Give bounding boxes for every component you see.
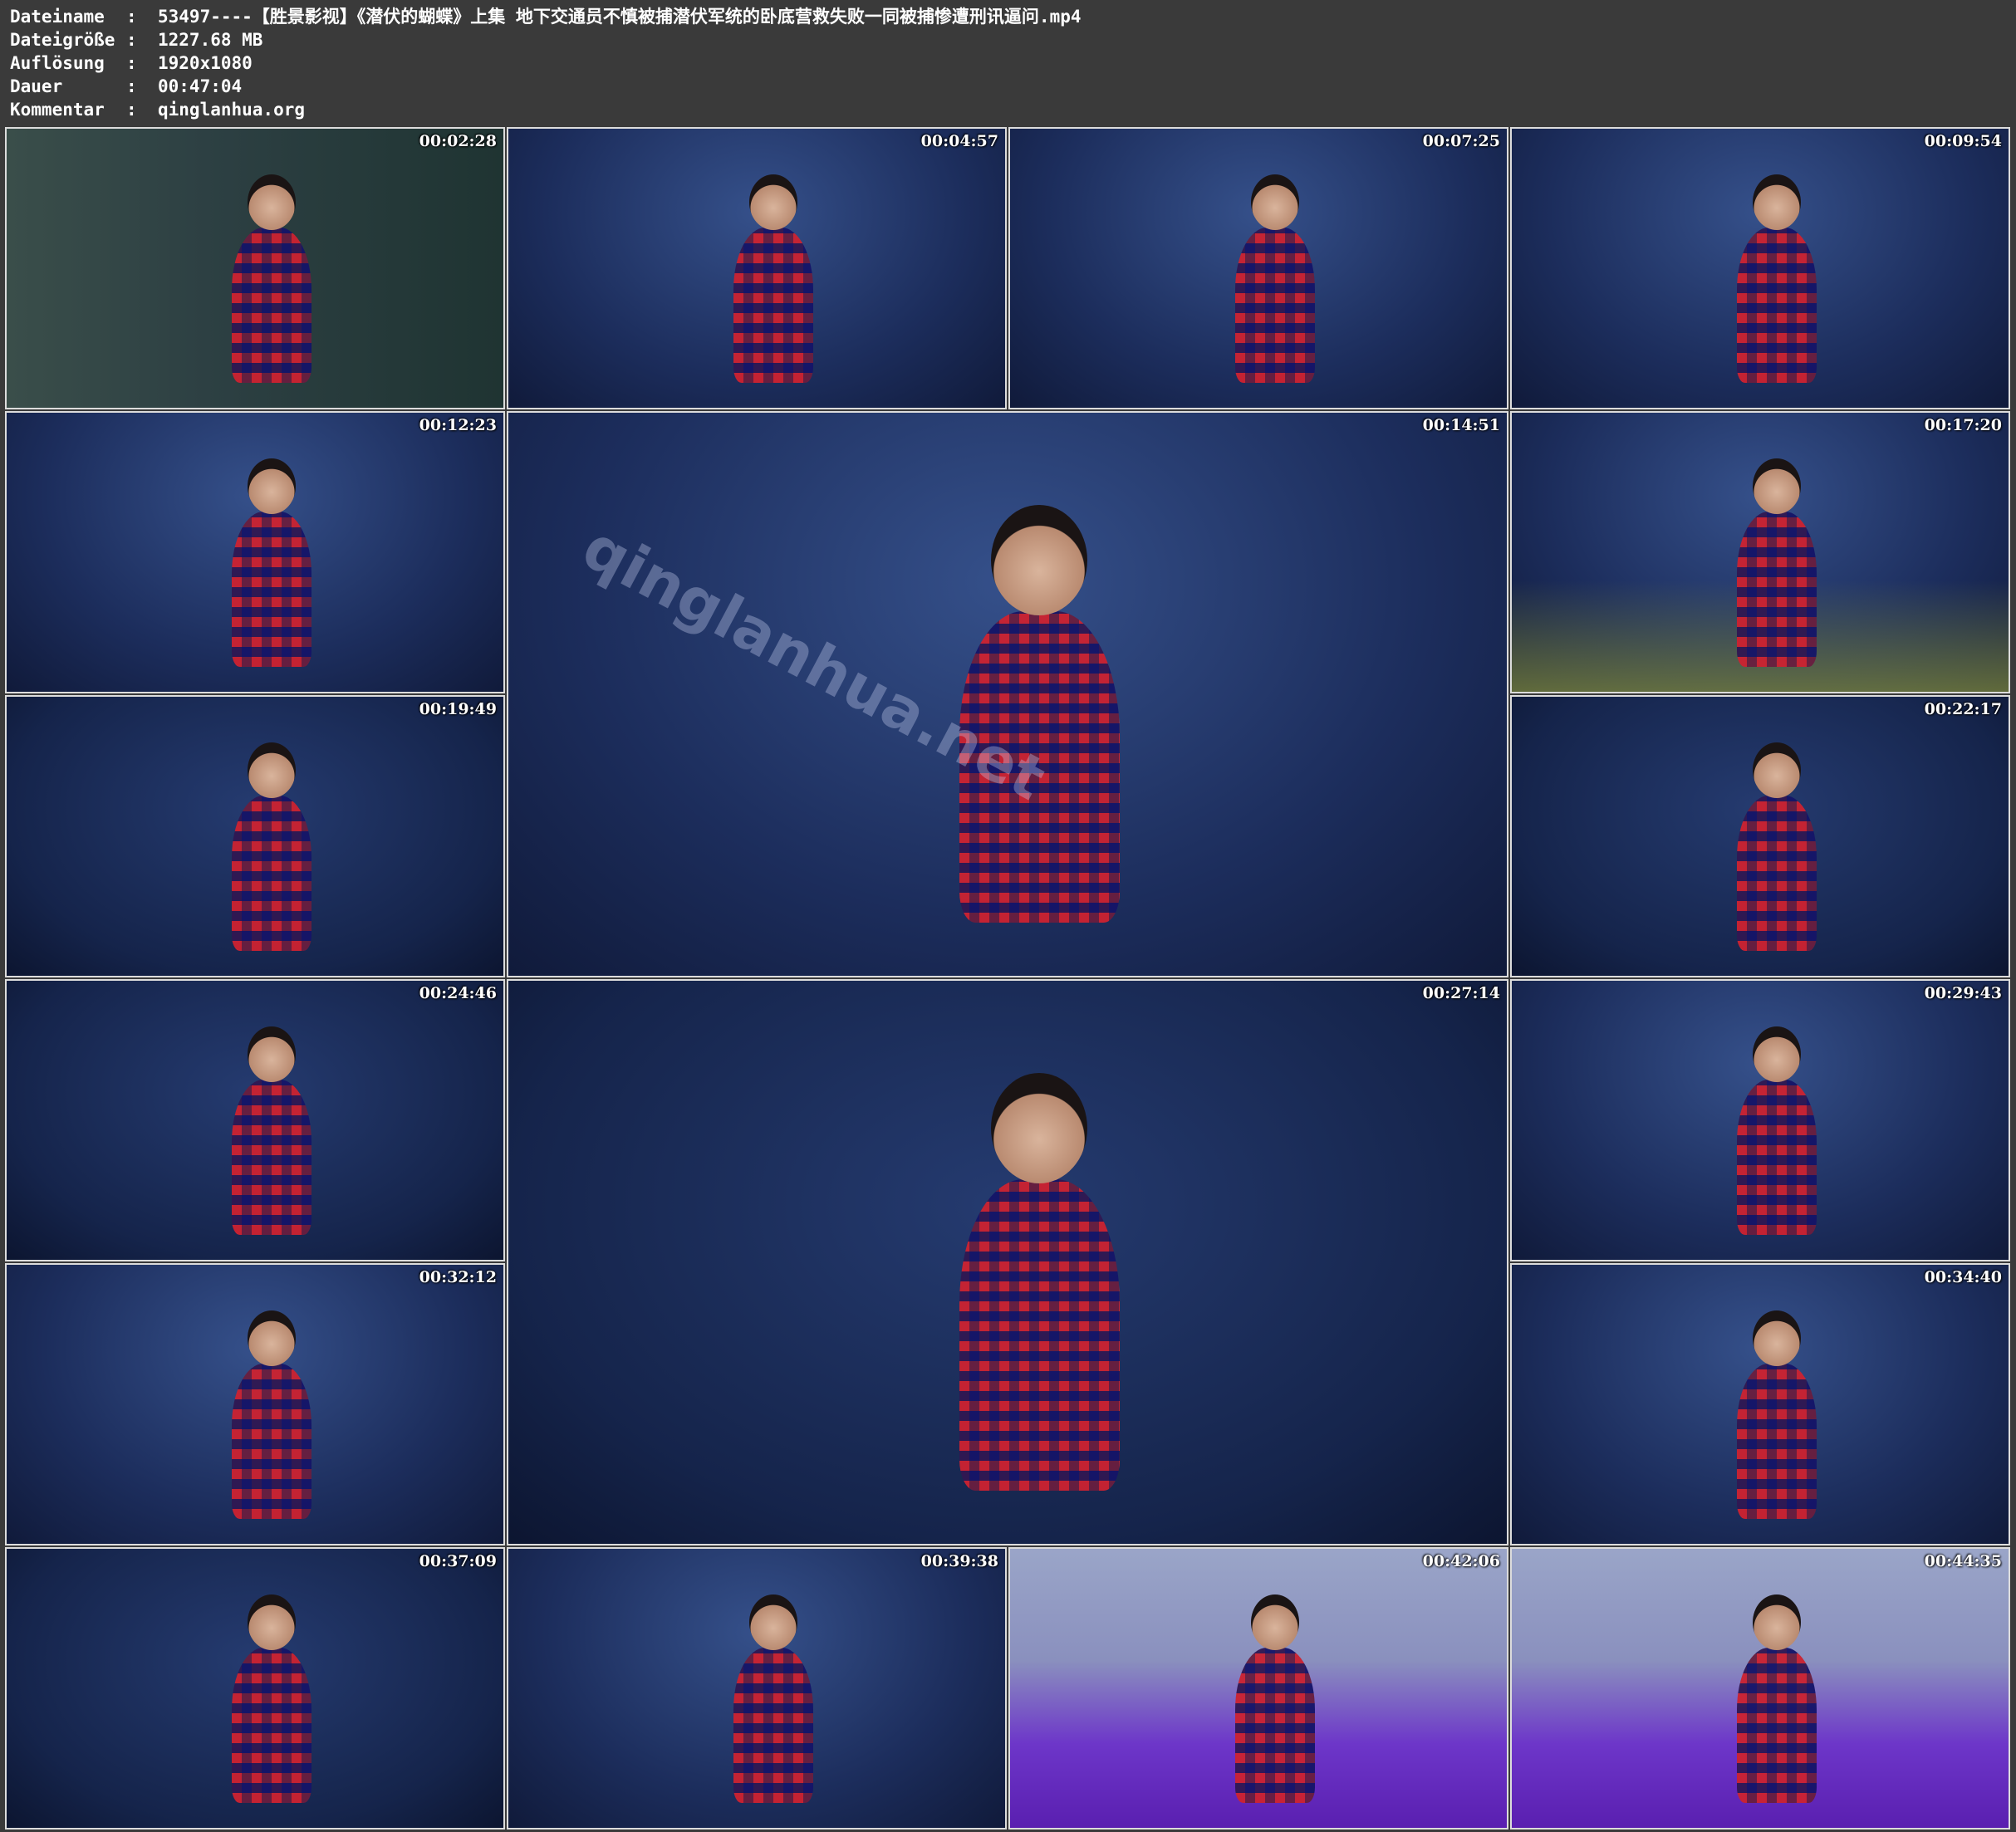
thumbnail-8[interactable]: 00:19:49 <box>5 695 505 977</box>
head-shape <box>1753 742 1801 798</box>
head-shape <box>1251 174 1299 230</box>
thumbnail-17[interactable]: 00:42:06 <box>1008 1547 1508 1830</box>
file-info-panel: Dateiname : 53497----【胜景影视】《潜伏的蝴蝶》上集 地下交… <box>10 5 2004 121</box>
info-row-filename: Dateiname : 53497----【胜景影视】《潜伏的蝴蝶》上集 地下交… <box>10 5 2004 28</box>
thumbnail-2[interactable]: 00:04:57 <box>507 127 1007 409</box>
figure-shape <box>1737 1364 1817 1519</box>
head-shape <box>749 174 797 230</box>
figure-shape <box>232 228 311 383</box>
head-shape <box>248 1594 296 1650</box>
thumbnail-12[interactable]: 00:29:43 <box>1510 979 2010 1261</box>
info-key: Dateiname <box>10 7 105 27</box>
thumbnail-15[interactable]: 00:37:09 <box>5 1547 505 1830</box>
figure-shape <box>232 512 311 667</box>
thumbnail-timestamp: 00:09:54 <box>1924 132 2002 150</box>
thumbnail-16[interactable]: 00:39:38 <box>507 1547 1007 1830</box>
thumbnail-timestamp: 00:04:57 <box>920 132 998 150</box>
head-shape <box>248 1310 296 1366</box>
thumbnail-timestamp: 00:22:17 <box>1924 700 2002 718</box>
info-separator: : <box>126 76 137 96</box>
thumbnail-timestamp: 00:12:23 <box>419 416 497 434</box>
head-shape <box>1251 1594 1299 1650</box>
thumbnail-timestamp: 00:44:35 <box>1924 1552 2002 1570</box>
figure-shape <box>1737 228 1817 383</box>
thumbnail-timestamp: 00:14:51 <box>1422 416 1500 434</box>
info-row-comment: Kommentar : qinglanhua.org <box>10 98 2004 121</box>
figure-shape <box>232 1364 311 1519</box>
info-row-duration: Dauer : 00:47:04 <box>10 75 2004 98</box>
head-shape <box>1753 1594 1801 1650</box>
head-shape <box>1753 1310 1801 1366</box>
thumbnail-timestamp: 00:19:49 <box>419 700 497 718</box>
thumbnail-1[interactable]: 00:02:28 <box>5 127 505 409</box>
figure-shape <box>232 1648 311 1803</box>
head-shape <box>248 1026 296 1082</box>
thumbnail-4[interactable]: 00:09:54 <box>1510 127 2010 409</box>
info-row-resolution: Auflösung : 1920x1080 <box>10 51 2004 75</box>
info-value: 1920x1080 <box>158 53 253 73</box>
thumbnail-timestamp: 00:32:12 <box>419 1268 497 1286</box>
figure-shape <box>1737 512 1817 667</box>
thumbnail-3[interactable]: 00:07:25 <box>1008 127 1508 409</box>
thumbnail-grid: 00:02:28 00:04:57 00:07:25 00:09:54 00:12:23… <box>5 127 2012 1830</box>
thumbnail-timestamp: 00:24:46 <box>419 984 497 1002</box>
thumbnail-9[interactable]: 00:22:17 <box>1510 695 2010 977</box>
head-shape <box>991 1073 1087 1183</box>
info-value: 1227.68 MB <box>158 30 263 50</box>
thumbnail-timestamp: 00:27:14 <box>1422 984 1500 1002</box>
figure-shape <box>1235 1648 1315 1803</box>
thumbnail-10[interactable]: 00:24:46 <box>5 979 505 1261</box>
info-separator: : <box>126 30 137 50</box>
head-shape <box>1753 174 1801 230</box>
thumbnail-timestamp: 00:17:20 <box>1924 416 2002 434</box>
info-separator: : <box>126 53 137 73</box>
info-row-filesize: Dateigröße : 1227.68 MB <box>10 28 2004 51</box>
thumbnail-14[interactable]: 00:34:40 <box>1510 1263 2010 1545</box>
info-key: Dateigröße <box>10 30 115 50</box>
head-shape <box>1753 458 1801 514</box>
info-value: 53497----【胜景影视】《潜伏的蝴蝶》上集 地下交通员不慎被捕潜伏军统的卧… <box>158 7 1082 27</box>
head-shape <box>991 505 1087 615</box>
figure-shape <box>733 228 813 383</box>
figure-shape <box>959 1179 1120 1491</box>
thumbnail-timestamp: 00:42:06 <box>1422 1552 1500 1570</box>
thumbnail-timestamp: 00:39:38 <box>920 1552 998 1570</box>
thumbnail-7[interactable]: 00:17:20 <box>1510 411 2010 693</box>
info-key: Auflösung <box>10 53 105 73</box>
info-separator: : <box>126 7 137 27</box>
thumbnail-6[interactable]: qinglanhua.net 00:14:51 <box>507 411 1508 977</box>
info-value: 00:47:04 <box>158 76 243 96</box>
figure-shape <box>1737 1080 1817 1235</box>
info-key: Kommentar <box>10 100 105 120</box>
figure-shape <box>1737 796 1817 951</box>
figure-shape <box>1737 1648 1817 1803</box>
head-shape <box>1753 1026 1801 1082</box>
thumbnail-timestamp: 00:02:28 <box>419 132 497 150</box>
head-shape <box>749 1594 797 1650</box>
figure-shape <box>232 796 311 951</box>
info-value: qinglanhua.org <box>158 100 306 120</box>
thumbnail-5[interactable]: 00:12:23 <box>5 411 505 693</box>
head-shape <box>248 458 296 514</box>
info-key: Dauer <box>10 76 63 96</box>
thumbnail-timestamp: 00:37:09 <box>419 1552 497 1570</box>
head-shape <box>248 742 296 798</box>
figure-shape <box>232 1080 311 1235</box>
thumbnail-11[interactable]: 00:27:14 <box>507 979 1508 1545</box>
thumbnail-timestamp: 00:29:43 <box>1924 984 2002 1002</box>
figure-shape <box>1235 228 1315 383</box>
thumbnail-timestamp: 00:34:40 <box>1924 1268 2002 1286</box>
thumbnail-18[interactable]: 00:44:35 <box>1510 1547 2010 1830</box>
thumbnail-timestamp: 00:07:25 <box>1422 132 1500 150</box>
thumbnail-13[interactable]: 00:32:12 <box>5 1263 505 1545</box>
figure-shape <box>733 1648 813 1803</box>
head-shape <box>248 174 296 230</box>
info-separator: : <box>126 100 137 120</box>
